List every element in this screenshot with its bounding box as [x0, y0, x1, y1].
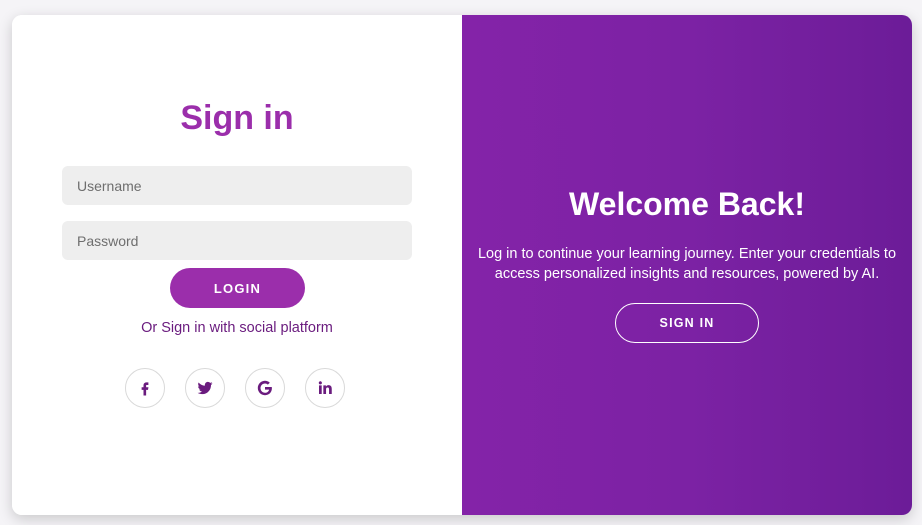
welcome-title: Welcome Back! — [569, 186, 805, 222]
google-button[interactable] — [245, 368, 285, 408]
sign-in-button[interactable]: SIGN IN — [615, 303, 759, 343]
login-button[interactable]: LOGIN — [170, 268, 305, 308]
facebook-button[interactable] — [125, 368, 165, 408]
twitter-icon — [197, 381, 213, 395]
google-icon — [257, 380, 272, 396]
password-input[interactable] — [62, 221, 412, 260]
welcome-description: Log in to continue your learning journey… — [477, 246, 897, 282]
sign-in-panel: Sign in LOGIN Or Sign in with social pla… — [12, 15, 462, 515]
auth-card: Sign in LOGIN Or Sign in with social pla… — [12, 15, 912, 515]
twitter-button[interactable] — [185, 368, 225, 408]
sign-in-title: Sign in — [180, 99, 294, 137]
social-buttons — [125, 368, 345, 408]
linkedin-icon — [318, 381, 332, 394]
linkedin-button[interactable] — [305, 368, 345, 408]
social-sign-in-text: Or Sign in with social platform — [141, 320, 333, 336]
facebook-icon — [141, 382, 149, 396]
welcome-panel: Welcome Back! Log in to continue your le… — [462, 15, 912, 515]
username-input[interactable] — [62, 166, 412, 205]
